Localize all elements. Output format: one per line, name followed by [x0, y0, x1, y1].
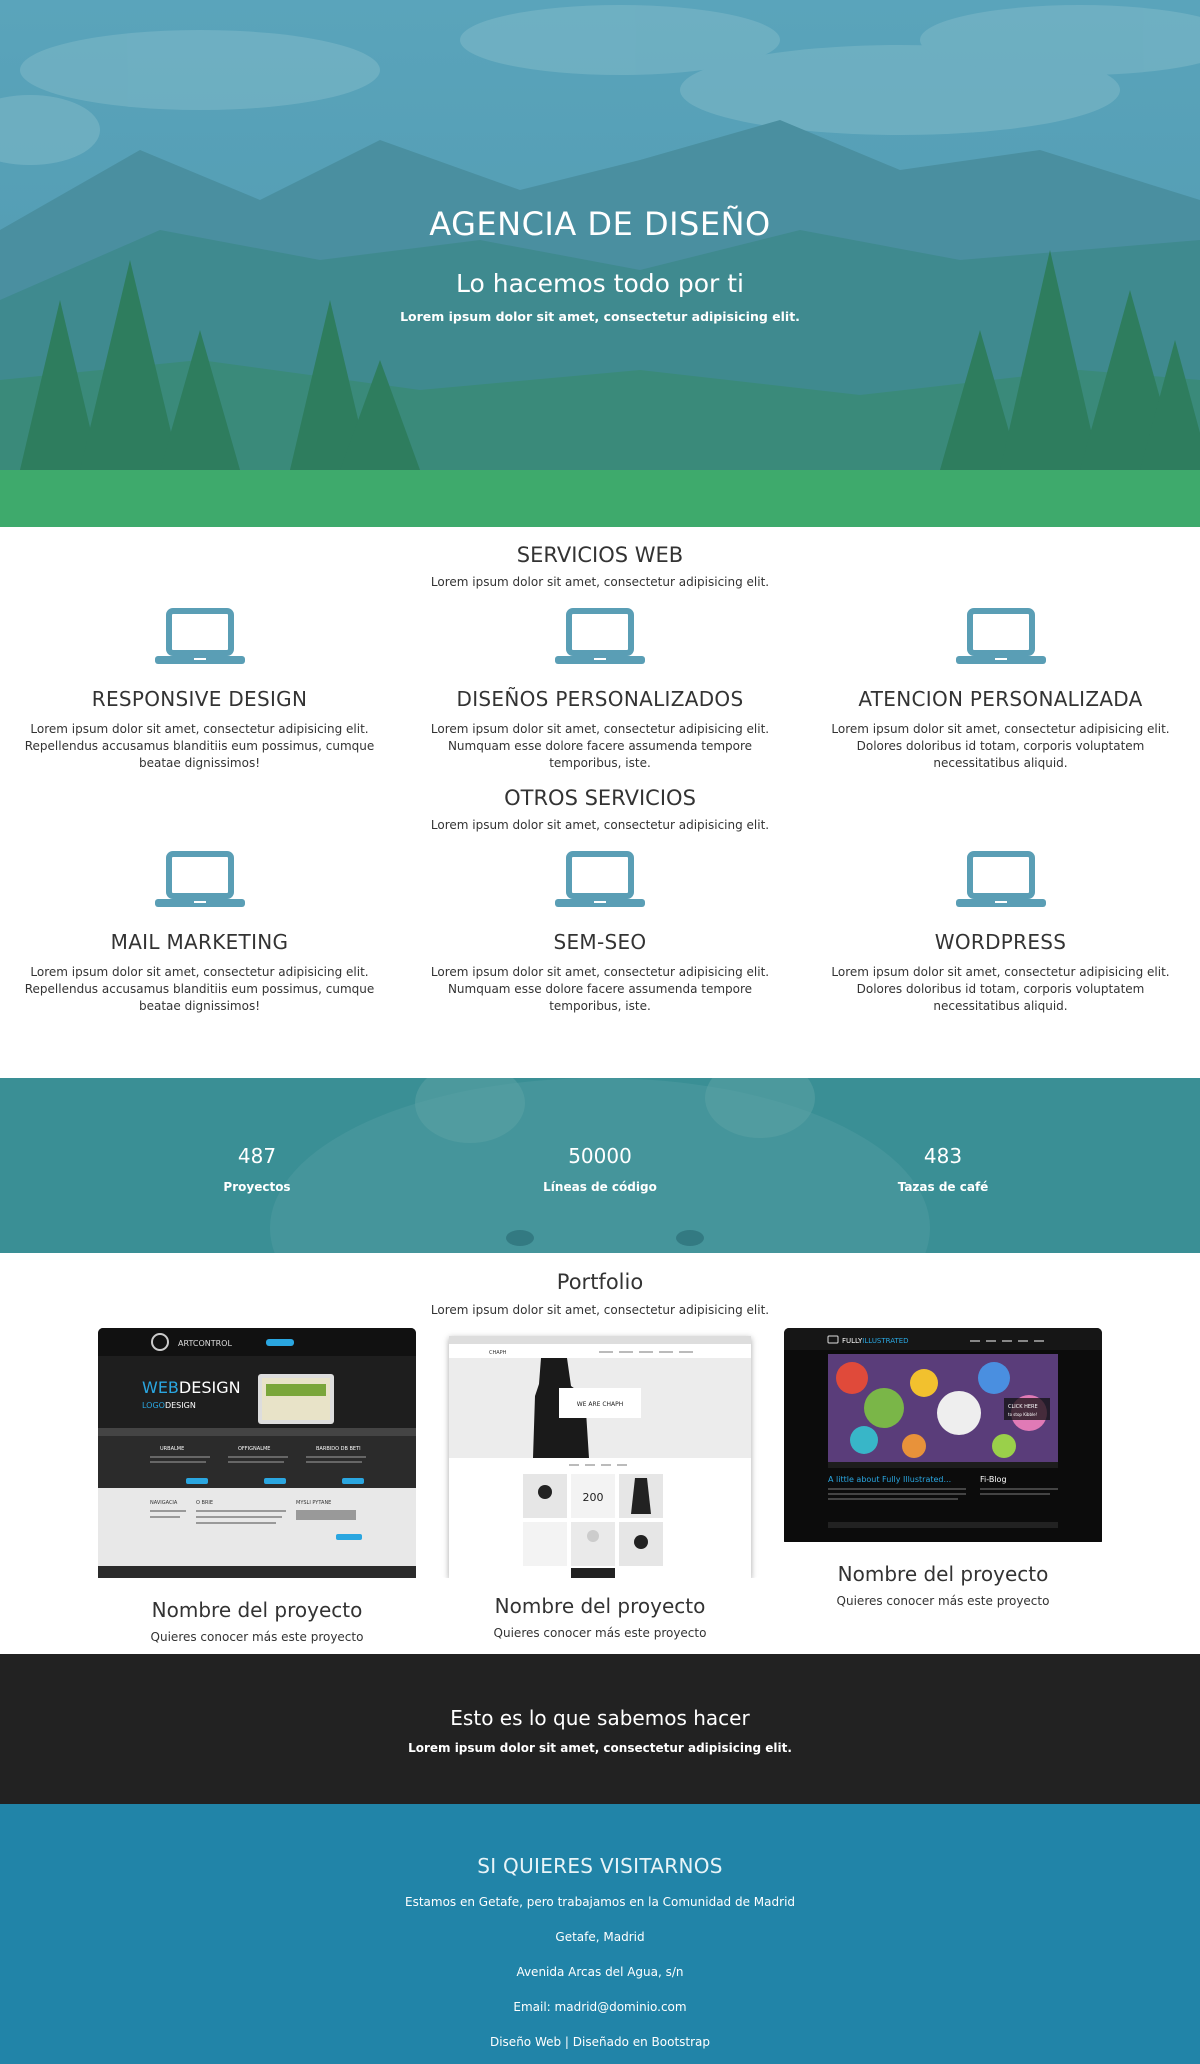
cta-section: Esto es lo que sabemos hacer Lorem ipsum…	[0, 1654, 1200, 1804]
thumbnail-fully-illustrated: FULLYILLUSTRATED CLICK HERE to stop Kibb…	[784, 1328, 1102, 1542]
hero-text: Lorem ipsum dolor sit amet, consectetur …	[400, 309, 800, 324]
hero-subtitle: Lo hacemos todo por ti	[456, 269, 744, 298]
footer-city: Getafe, Madrid	[555, 1930, 645, 1944]
footer-email[interactable]: Email: madrid@dominio.com	[0, 2000, 1200, 2014]
thumb-column-label: BARBIDO DB BETI	[316, 1446, 361, 1452]
project-link[interactable]: Quieres conocer más este proyecto	[784, 1594, 1102, 1608]
service-card: MAIL MARKETING Lorem ipsum dolor sit ame…	[17, 850, 382, 1015]
section-title: Portfolio	[556, 1270, 644, 1294]
laptop-icon	[955, 851, 1046, 907]
thumbnail-chaph: CHAPH WE ARE CHAPH 200	[449, 1336, 751, 1578]
hero-title: AGENCIA DE DISEÑO	[429, 205, 771, 243]
project-link[interactable]: Quieres conocer más este proyecto	[98, 1630, 416, 1644]
footer-line: Estamos en Getafe, pero trabajamos en la…	[404, 1895, 796, 1909]
stat-value: 487	[237, 1144, 277, 1168]
service-title: MAIL MARKETING	[110, 930, 289, 954]
project-link[interactable]: Quieres conocer más este proyecto	[441, 1626, 759, 1640]
thumb-cta-sub: to stop Kibble!	[1008, 1412, 1037, 1417]
thumb-headline: WEBDESIGN	[142, 1378, 241, 1397]
stat-value: 50000	[568, 1144, 632, 1168]
thumb-brand: FULLYILLUSTRATED	[842, 1337, 909, 1345]
service-title: SEM-SEO	[553, 930, 647, 954]
stat-value: 483	[923, 1144, 963, 1168]
stat-projects: 487 Proyectos	[137, 1144, 377, 1194]
footer-credits: Diseño Web | Diseñado en Bootstrap	[489, 2035, 711, 2049]
thumb-side: Fi-Blog	[980, 1475, 1007, 1484]
thumb-caption: A little about Fully Illustrated...	[828, 1475, 951, 1484]
footer-address: Avenida Arcas del Agua, s/n	[516, 1965, 684, 1979]
stat-coffee: 483 Tazas de café	[823, 1144, 1063, 1194]
thumb-footer-label: O BRIE	[196, 1500, 213, 1506]
thumb-subheadline: LOGODESIGN	[142, 1401, 196, 1410]
portfolio-item[interactable]: CHAPH WE ARE CHAPH 200 Nombre del proyec…	[441, 1328, 759, 1640]
thumb-cta: CLICK HERE	[1008, 1404, 1038, 1410]
hero-section: AGENCIA DE DISEÑO Lo hacemos todo por ti…	[0, 0, 1200, 527]
service-card: SEM-SEO Lorem ipsum dolor sit amet, cons…	[418, 850, 783, 1015]
thumb-brand: ARTCONTROL	[178, 1339, 232, 1348]
thumb-column-label: URBALME	[160, 1446, 184, 1452]
service-title: RESPONSIVE DESIGN	[91, 687, 308, 711]
thumb-column-label: OFFIGNALME	[238, 1446, 270, 1452]
section-subtitle: Lorem ipsum dolor sit amet, consectetur …	[430, 575, 770, 589]
thumb-footer-label: NAVIGACIA	[150, 1500, 178, 1506]
thumb-tile: 200	[583, 1491, 604, 1504]
footer-title: SI QUIERES VISITARNOS	[477, 1854, 723, 1878]
service-card: RESPONSIVE DESIGN Lorem ipsum dolor sit …	[17, 607, 382, 772]
service-title: WORDPRESS	[934, 930, 1067, 954]
stat-label: Tazas de café	[897, 1180, 989, 1194]
portfolio-thumbnail[interactable]: ARTCONTROL WEBDESIGN LOGODESIGN URBALME …	[98, 1328, 416, 1582]
service-card: WORDPRESS Lorem ipsum dolor sit amet, co…	[818, 850, 1183, 1015]
laptop-icon	[555, 608, 645, 664]
portfolio-thumbnail[interactable]: CHAPH WE ARE CHAPH 200	[441, 1328, 759, 1578]
project-name[interactable]: Nombre del proyecto	[784, 1562, 1102, 1586]
service-text: Lorem ipsum dolor sit amet, consectetur …	[430, 722, 770, 770]
services-other-section: OTROS SERVICIOS Lorem ipsum dolor sit am…	[0, 772, 1200, 1015]
thumb-brand: CHAPH	[489, 1350, 507, 1356]
project-name[interactable]: Nombre del proyecto	[441, 1594, 759, 1618]
portfolio-item[interactable]: FULLYILLUSTRATED CLICK HERE to stop Kibb…	[784, 1328, 1102, 1608]
thumb-footer-label: MYSLI PYTANE	[296, 1500, 331, 1506]
laptop-icon	[555, 851, 645, 907]
services-web-section: SERVICIOS WEB Lorem ipsum dolor sit amet…	[0, 527, 1200, 772]
laptop-icon	[154, 851, 245, 907]
portfolio-thumbnail[interactable]: FULLYILLUSTRATED CLICK HERE to stop Kibb…	[784, 1328, 1102, 1546]
stat-label: Proyectos	[223, 1180, 291, 1194]
footer-section: SI QUIERES VISITARNOS Estamos en Getafe,…	[0, 1804, 1200, 2064]
stat-code-lines: 50000 Líneas de código	[480, 1144, 720, 1194]
service-text: Lorem ipsum dolor sit amet, consectetur …	[831, 722, 1170, 770]
portfolio-item[interactable]: ARTCONTROL WEBDESIGN LOGODESIGN URBALME …	[98, 1328, 416, 1644]
laptop-icon	[955, 608, 1046, 664]
service-text: Lorem ipsum dolor sit amet, consectetur …	[24, 722, 375, 770]
section-title: OTROS SERVICIOS	[504, 786, 696, 810]
section-title: SERVICIOS WEB	[516, 543, 684, 567]
service-card: DISEÑOS PERSONALIZADOS Lorem ipsum dolor…	[418, 607, 783, 772]
project-name[interactable]: Nombre del proyecto	[98, 1598, 416, 1622]
service-text: Lorem ipsum dolor sit amet, consectetur …	[831, 965, 1170, 1013]
service-title: ATENCION PERSONALIZADA	[858, 687, 1143, 711]
stats-section: 487 Proyectos 50000 Líneas de código 483…	[0, 1078, 1200, 1253]
cta-text: Lorem ipsum dolor sit amet, consectetur …	[408, 1741, 792, 1755]
cta-title: Esto es lo que sabemos hacer	[450, 1706, 750, 1730]
laptop-icon	[154, 608, 245, 664]
service-text: Lorem ipsum dolor sit amet, consectetur …	[24, 965, 375, 1013]
stat-label: Líneas de código	[543, 1180, 657, 1194]
section-subtitle: Lorem ipsum dolor sit amet, consectetur …	[430, 818, 770, 832]
service-card: ATENCION PERSONALIZADA Lorem ipsum dolor…	[818, 607, 1183, 772]
section-subtitle: Lorem ipsum dolor sit amet, consectetur …	[430, 1303, 770, 1317]
service-text: Lorem ipsum dolor sit amet, consectetur …	[430, 965, 770, 1013]
thumbnail-artcontrol: ARTCONTROL WEBDESIGN LOGODESIGN URBALME …	[98, 1328, 416, 1578]
portfolio-section: Portfolio Lorem ipsum dolor sit amet, co…	[0, 1253, 1200, 1654]
thumb-banner: WE ARE CHAPH	[577, 1401, 624, 1408]
service-title: DISEÑOS PERSONALIZADOS	[456, 687, 744, 711]
